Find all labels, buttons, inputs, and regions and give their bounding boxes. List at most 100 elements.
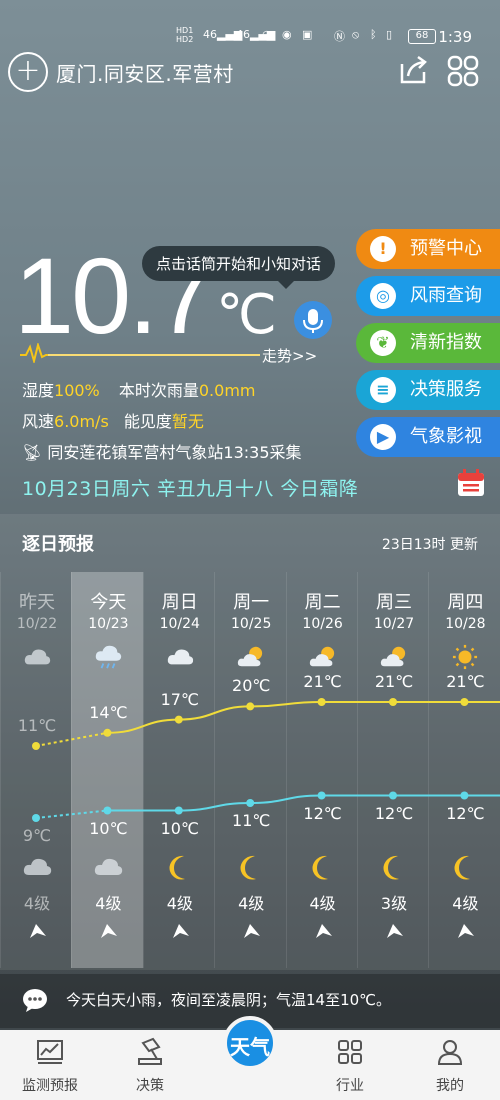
tab-label: 监测预报 [22, 1078, 78, 1094]
wind-direction-icon [30, 924, 46, 938]
forecast-date: 10/28 [445, 616, 486, 632]
temperature-unit: ℃ [216, 285, 277, 345]
service-label: 决策服务 [410, 379, 482, 400]
forecast-date: 10/23 [88, 616, 129, 632]
wind-direction-icon [315, 924, 332, 938]
forecast-day-column[interactable]: 周二 10/26 21℃ 12℃ 4级 [285, 572, 358, 968]
document-icon: ≡ [370, 377, 396, 403]
humidity-rain-row: 湿度100% 本时次雨量0.0mm [22, 377, 256, 401]
chat-bubble-icon [23, 989, 47, 1012]
tab-decision[interactable]: 决策 [100, 1030, 200, 1100]
apps-icon [338, 1040, 362, 1064]
forecast-updated-time: 23日13时 更新 [381, 537, 478, 553]
wind-direction-icon [387, 924, 403, 938]
partly-cloudy-icon [238, 646, 263, 667]
service-label: 风雨查询 [410, 285, 482, 306]
service-freshness-index[interactable]: ❦ 清新指数 [356, 323, 500, 363]
forecast-date: 10/22 [16, 616, 58, 632]
profile-icon [437, 1040, 463, 1065]
forecast-day-name: 周二 [304, 592, 341, 613]
play-icon: ▶ [370, 424, 396, 450]
forecast-day-column[interactable]: 周一 10/25 20℃ 11℃ 4级 [214, 572, 286, 968]
trend-link[interactable]: 走势>> [262, 345, 317, 366]
microphone-button[interactable] [294, 301, 332, 339]
moon-icon [169, 855, 185, 880]
app-icon: ◉ [282, 28, 292, 41]
bottom-tab-bar: 监测预报 决策 天气 行业 我的 [0, 1016, 500, 1100]
visibility-value: 暂无 [171, 412, 204, 431]
warning-icon: ! [370, 236, 396, 262]
forecast-day-column[interactable]: 周四 10/28 21℃ 12℃ 4级 [428, 572, 500, 968]
partly-cloudy-icon [380, 646, 406, 667]
forecast-day-column[interactable]: 周日 10/24 17℃ 10℃ 4级 [142, 572, 215, 968]
service-warning-center[interactable]: ! 预警中心 [356, 229, 500, 269]
visibility-label: 能见度 [123, 412, 172, 431]
wifi-icon: ◠ [262, 28, 272, 41]
sunny-icon [453, 644, 478, 670]
vibrate-icon: ▯ [386, 28, 393, 41]
service-label: 清新指数 [410, 332, 482, 353]
wind-level: 4级 [452, 894, 479, 913]
wind-visibility-row: 风速6.0m/s 能见度暂无 [22, 408, 204, 432]
status-bar: HD1 HD2 46▂▄▆ 46▂▄▆ ◠ ◉ ▣ Ⓝ ⦸ ᛒ ▯ 68 1:39 [0, 0, 500, 46]
wind-level: 4级 [309, 894, 336, 913]
moon-icon [312, 855, 328, 880]
low-temp-label: 12℃ [446, 803, 485, 823]
forecast-day-column[interactable]: 今天 10/23 14℃ 10℃ 4级 [71, 572, 143, 968]
daily-forecast-panel: 逐日预报 23日13时 更新 昨天 10/22 11℃ 9℃ 4级 今天 10/23 14℃ 1… [0, 514, 500, 970]
station-info: 📡︎ 同安莲花镇军营村气象站13:35采集 [22, 439, 302, 463]
forecast-title: 逐日预报 [22, 534, 94, 555]
calendar-icon[interactable] [456, 468, 486, 498]
forecast-day-name: 昨天 [19, 592, 55, 613]
header: + 厦门.同安区.军营村 [0, 50, 500, 94]
wind-direction-icon [458, 924, 475, 938]
microphone-icon [303, 309, 323, 333]
wind-level: 4级 [23, 894, 51, 913]
forecast-day-name: 周三 [376, 592, 412, 613]
trend-pulse-line[interactable] [20, 343, 260, 363]
service-decision[interactable]: ≡ 决策服务 [356, 370, 500, 410]
menu-grid-icon[interactable] [446, 54, 480, 88]
wind-direction-icon [244, 924, 261, 938]
moon-icon [454, 855, 471, 880]
wind-level: 4级 [238, 894, 265, 913]
cloudy-icon [95, 858, 123, 875]
voice-hint-bubble: 点击话筒开始和小知对话 [142, 246, 336, 289]
high-temp-label: 21℃ [374, 672, 414, 691]
service-wind-rain-query[interactable]: ◎ 风雨查询 [356, 276, 500, 316]
wind-label: 风速 [22, 412, 55, 431]
humidity-label: 湿度 [22, 381, 55, 400]
hd-indicator: HD1 HD2 [176, 26, 194, 44]
forecast-day-name: 周一 [233, 592, 270, 613]
forecast-day-name: 今天 [90, 592, 127, 613]
service-label: 预警中心 [410, 238, 482, 259]
antenna-icon: 📡︎ [22, 443, 43, 462]
low-temp-label: 9℃ [22, 826, 52, 845]
rain-label: 本时次雨量 [118, 381, 199, 400]
partly-cloudy-icon [309, 646, 334, 667]
wind-level: 4级 [95, 894, 122, 913]
tab-label: 我的 [436, 1078, 464, 1094]
wind-direction-icon [172, 924, 189, 938]
location-title[interactable]: 厦门.同安区.军营村 [56, 58, 234, 87]
forecast-date: 10/27 [373, 616, 415, 632]
decision-icon [138, 1037, 162, 1065]
radar-icon: ◎ [370, 283, 396, 309]
tab-industry[interactable]: 行业 [300, 1030, 400, 1100]
cloudy-icon [24, 649, 51, 665]
forecast-day-column[interactable]: 昨天 10/22 11℃ 9℃ 4级 [0, 572, 72, 968]
tab-monitor-forecast[interactable]: 监测预报 [0, 1030, 100, 1100]
tab-weather[interactable]: 天气 [200, 1016, 300, 1100]
battery-icon: 68 [408, 29, 436, 44]
share-icon[interactable] [396, 54, 430, 88]
service-menu: ! 预警中心 ◎ 风雨查询 ❦ 清新指数 ≡ 决策服务 ▶ 气象影视 [356, 229, 500, 464]
service-weather-video[interactable]: ▶ 气象影视 [356, 417, 500, 457]
station-text: 同安莲花镇军营村气象站13:35采集 [47, 443, 302, 462]
tab-profile[interactable]: 我的 [400, 1030, 500, 1100]
low-temp-label: 12℃ [374, 803, 414, 823]
low-temp-label: 12℃ [303, 803, 342, 823]
forecast-day-column[interactable]: 周三 10/27 21℃ 12℃ 3级 [357, 572, 429, 968]
humidity-value: 100% [54, 381, 100, 400]
add-city-button[interactable]: + [8, 52, 48, 92]
weather-logo-icon: 天气 [223, 1016, 277, 1070]
